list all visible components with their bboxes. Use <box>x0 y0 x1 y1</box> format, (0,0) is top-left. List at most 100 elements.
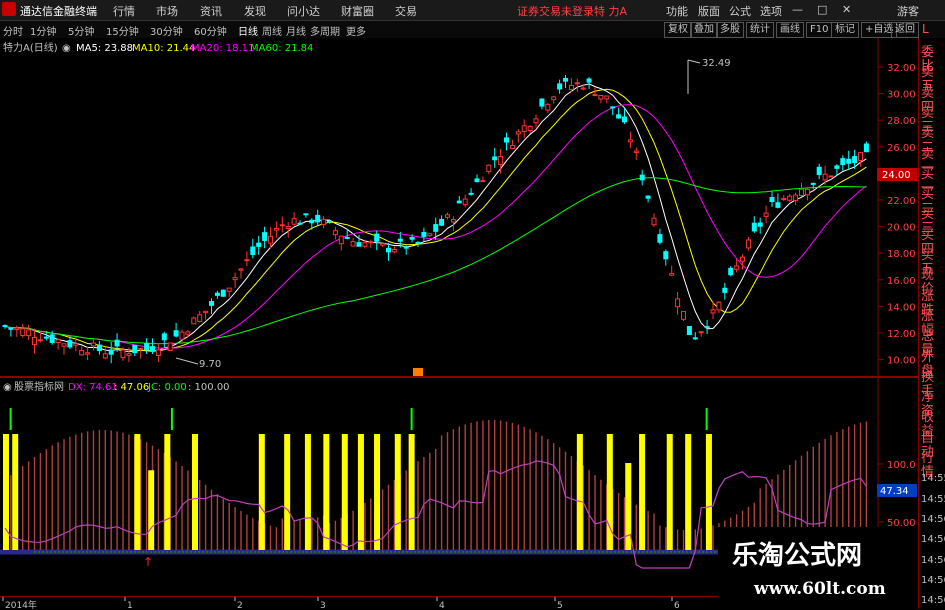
mark-button[interactable]: 标记 <box>831 22 859 38</box>
tab-daily[interactable]: 日线 <box>238 23 258 38</box>
price-tick-label: 22.00 <box>887 196 916 207</box>
menu-item-xiaoda[interactable]: 问小达 <box>287 3 320 19</box>
menu-item-discover[interactable]: 发现 <box>244 3 266 19</box>
multi-stock-button[interactable]: 多股 <box>716 22 744 38</box>
candle-body <box>810 182 816 185</box>
menu-item-options[interactable]: 选项 <box>760 3 782 19</box>
indicator-signal-bar <box>258 434 265 550</box>
menu-item-layout[interactable]: 版面 <box>698 3 720 19</box>
candle-body <box>108 349 114 355</box>
candle-body <box>285 225 291 230</box>
menu-item-wealth[interactable]: 财富圈 <box>341 3 374 19</box>
menu-item-formula[interactable]: 公式 <box>729 3 751 19</box>
candle-body <box>368 241 374 244</box>
tab-60min[interactable]: 60分钟 <box>194 23 227 38</box>
side-panel-item[interactable]: 14:56 <box>921 574 945 588</box>
dx-label: DX: 74.61 <box>68 382 118 393</box>
restore-icon[interactable]: □ <box>817 3 827 16</box>
tab-5min[interactable]: 5分钟 <box>68 23 94 38</box>
candle-body <box>698 331 704 334</box>
watermark-title: 乐淘公式网 <box>732 541 863 571</box>
candle-body <box>26 329 32 336</box>
candle-body <box>863 143 869 153</box>
candle-body <box>852 156 858 164</box>
candle-body <box>622 116 627 123</box>
menu-item-trade[interactable]: 交易 <box>395 3 417 19</box>
f10-button[interactable]: F10 <box>806 22 833 38</box>
candle-body <box>244 259 250 262</box>
candle-body <box>586 78 592 83</box>
indicator-signal-bar <box>134 434 141 550</box>
candle-body <box>79 349 85 356</box>
candle-body <box>822 173 828 181</box>
side-panel-item[interactable]: 14:56 <box>921 513 945 527</box>
candle-body <box>840 158 846 166</box>
overlay-button[interactable]: 叠加 <box>690 22 718 38</box>
time-tick-label: 2014年 <box>5 599 37 610</box>
candle-body <box>185 331 191 335</box>
candle-body <box>775 202 781 208</box>
candle-body <box>521 125 527 133</box>
candle-body <box>456 200 462 204</box>
candle-body <box>828 175 834 178</box>
candle-body <box>409 237 415 240</box>
candle-body <box>722 287 728 293</box>
candle-body <box>616 114 622 119</box>
menu-item-market[interactable]: 市场 <box>156 3 178 19</box>
candle-body <box>439 218 445 226</box>
guest-label[interactable]: 游客 <box>897 3 919 19</box>
tab-intraday[interactable]: 分时 <box>3 23 23 38</box>
candle-body <box>114 339 120 347</box>
indicator-settings-icon[interactable]: ◉ <box>3 382 12 393</box>
candle-body <box>462 198 468 206</box>
candle-body <box>692 337 698 340</box>
tab-more[interactable]: 更多 <box>346 23 366 38</box>
indicator-signal-bar <box>164 434 171 550</box>
candle-body <box>403 246 409 249</box>
indicator-green-marker <box>9 408 12 430</box>
adjust-button[interactable]: 复权 <box>664 22 692 38</box>
menu-item-news[interactable]: 资讯 <box>200 3 222 19</box>
signal-arrow-icon: ↑ <box>143 555 153 569</box>
indicator-signal-bar <box>639 434 646 550</box>
indicator-value4-label: : 100.00 <box>188 382 230 393</box>
candle-body <box>268 235 273 244</box>
price-chart[interactable]: 32.00 30.00 28.00 26.00 24.00 22.00 20.00 18.00… <box>0 38 918 376</box>
side-panel-item[interactable]: 14:56 <box>921 554 945 568</box>
candle-body <box>787 195 793 201</box>
side-panel-item[interactable]: 14:56 <box>921 533 945 547</box>
draw-line-button[interactable]: 画线 <box>776 22 804 38</box>
minimize-icon[interactable]: — <box>792 3 803 16</box>
tab-monthly[interactable]: 月线 <box>286 23 306 38</box>
candle-body <box>132 344 138 354</box>
candle-body <box>728 267 734 276</box>
side-panel-item[interactable]: 14:55 <box>921 472 945 486</box>
stats-button[interactable]: 统计 <box>746 22 774 38</box>
tab-weekly[interactable]: 周线 <box>262 23 282 38</box>
candle-body <box>144 343 150 351</box>
menu-item-quotes[interactable]: 行情 <box>113 3 135 19</box>
tab-1min[interactable]: 1分钟 <box>30 23 56 38</box>
chart-settings-icon[interactable]: ◉ <box>62 43 71 54</box>
candle-body <box>657 234 663 243</box>
login-notice[interactable]: 证券交易未登录 <box>517 3 594 19</box>
candle-body <box>327 220 332 223</box>
tab-multi-period[interactable]: 多周期 <box>310 23 340 38</box>
ma10-label: MA10: 21.44 <box>132 43 195 54</box>
candle-body <box>20 328 26 336</box>
indicator-signal-bar <box>394 434 401 550</box>
close-icon[interactable]: ✕ <box>842 3 851 16</box>
back-button[interactable]: 返回 <box>891 22 919 38</box>
candle-body <box>468 192 474 195</box>
menu-item-function[interactable]: 功能 <box>666 3 688 19</box>
tab-15min[interactable]: 15分钟 <box>106 23 139 38</box>
side-panel-item[interactable]: 14:55 <box>921 493 945 507</box>
indicator-signal-bar <box>576 434 583 550</box>
candle-body <box>804 188 810 196</box>
tab-30min[interactable]: 30分钟 <box>150 23 183 38</box>
candle-body <box>2 324 8 327</box>
candle-body <box>315 214 321 223</box>
side-panel-item[interactable]: 14:56 <box>921 594 945 608</box>
price-tick-label: 14.00 <box>887 302 916 313</box>
event-marker-icon[interactable] <box>413 368 423 376</box>
